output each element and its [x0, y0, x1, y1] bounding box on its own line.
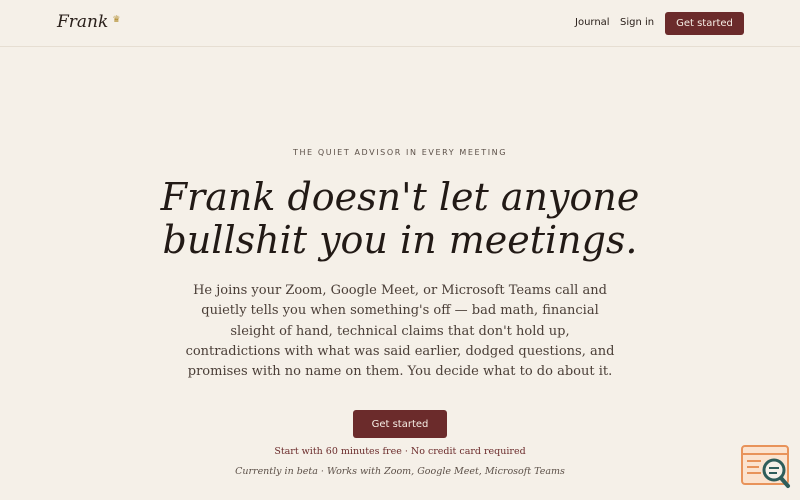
crown-icon: ♛ [112, 15, 121, 25]
nav-link-journal[interactable]: Journal [575, 17, 610, 28]
top-nav: Frank ♛ Journal Sign in Get started [0, 0, 800, 47]
hero-description: He joins your Zoom, Google Meet, or Micr… [185, 283, 615, 380]
hero-eyebrow: THE QUIET ADVISOR IN EVERY MEETING [292, 148, 508, 157]
search-document-icon[interactable] [741, 445, 791, 489]
nav-get-started-button[interactable]: Get started [665, 12, 744, 35]
hero-headline: Frank doesn't let anyone bullshit you in… [160, 175, 640, 262]
brand-logo[interactable]: Frank ♛ [57, 12, 120, 32]
beta-note: Currently in beta · Works with Zoom, Goo… [235, 466, 565, 477]
brand-name: Frank [57, 12, 109, 32]
hero-get-started-button[interactable]: Get started [353, 410, 447, 438]
free-trial-note: Start with 60 minutes free · No credit c… [274, 446, 526, 457]
nav-link-sign-in[interactable]: Sign in [620, 17, 654, 28]
